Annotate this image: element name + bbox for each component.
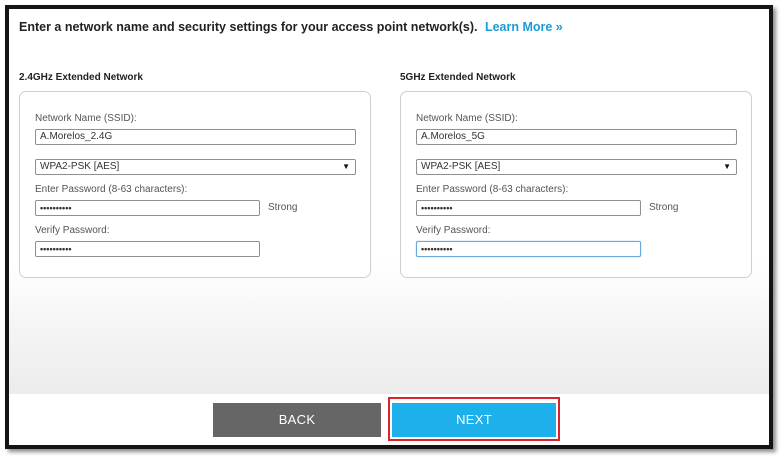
verify-password-input-24ghz[interactable]: •••••••••• (35, 241, 260, 257)
password-label: Enter Password (8-63 characters): (35, 184, 188, 195)
ssid-label: Network Name (SSID): (416, 113, 518, 124)
password-input-5ghz[interactable]: •••••••••• (416, 200, 641, 216)
chevron-down-icon: ▼ (342, 162, 350, 171)
network-24ghz-title: 2.4GHz Extended Network (19, 72, 143, 83)
password-label: Enter Password (8-63 characters): (416, 184, 569, 195)
back-button[interactable]: BACK (213, 403, 381, 437)
verify-password-label: Verify Password: (416, 225, 491, 236)
next-button[interactable]: NEXT (392, 403, 556, 437)
network-24ghz-panel: Network Name (SSID): A.Morelos_2.4G WPA2… (19, 91, 371, 278)
security-select-5ghz[interactable]: WPA2-PSK [AES] ▼ (416, 159, 737, 175)
learn-more-link[interactable]: Learn More » (485, 20, 563, 34)
ssid-label: Network Name (SSID): (35, 113, 137, 124)
network-5ghz-panel: Network Name (SSID): A.Morelos_5G WPA2-P… (400, 91, 752, 278)
password-strength: Strong (649, 202, 679, 213)
page-window: Enter a network name and security settin… (5, 5, 773, 449)
intro-text: Enter a network name and security settin… (19, 20, 563, 34)
setup-content: Enter a network name and security settin… (9, 9, 769, 394)
intro-message: Enter a network name and security settin… (19, 20, 478, 34)
ssid-input-5ghz[interactable]: A.Morelos_5G (416, 129, 737, 145)
security-select-24ghz[interactable]: WPA2-PSK [AES] ▼ (35, 159, 356, 175)
ssid-input-24ghz[interactable]: A.Morelos_2.4G (35, 129, 356, 145)
password-strength: Strong (268, 202, 298, 213)
screenshot-frame: Enter a network name and security settin… (0, 0, 783, 460)
chevron-down-icon: ▼ (723, 162, 731, 171)
verify-password-label: Verify Password: (35, 225, 110, 236)
security-select-value: WPA2-PSK [AES] (40, 161, 120, 172)
password-input-24ghz[interactable]: •••••••••• (35, 200, 260, 216)
security-select-value: WPA2-PSK [AES] (421, 161, 501, 172)
verify-password-input-5ghz[interactable]: •••••••••• (416, 241, 641, 257)
network-5ghz-title: 5GHz Extended Network (400, 72, 516, 83)
